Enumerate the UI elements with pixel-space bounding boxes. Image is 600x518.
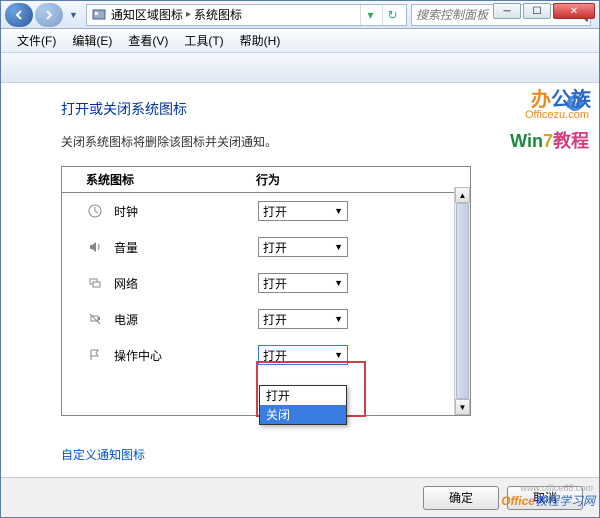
close-button[interactable]: ✕ [553,3,595,19]
menu-view[interactable]: 查看(V) [120,29,176,52]
maximize-button[interactable]: ☐ [523,3,551,19]
behavior-select-clock[interactable]: 打开▼ [258,201,348,221]
row-label: 网络 [114,275,258,292]
menubar: 文件(F) 编辑(E) 查看(V) 工具(T) 帮助(H) [1,29,599,53]
breadcrumb-item[interactable]: 系统图标 [194,6,242,23]
row-label: 电源 [114,311,258,328]
scroll-down-button[interactable]: ▼ [455,399,470,415]
watermark-win7: Win7教程 [510,127,589,153]
volume-icon [86,238,104,256]
breadcrumb-separator: ▸ [186,9,191,20]
row-label: 音量 [114,239,258,256]
table-row: 网络 打开▼ [62,265,470,301]
column-header-icon: 系统图标 [86,171,256,188]
behavior-select-volume[interactable]: 打开▼ [258,237,348,257]
scroll-thumb[interactable] [456,203,469,399]
refresh-button[interactable]: ↻ [382,5,402,25]
watermark-logo: 办公族 [531,83,591,112]
page-description: 关闭系统图标将删除该图标并关闭通知。 [61,133,575,150]
network-icon [86,274,104,292]
links-section: 自定义通知图标 还原默认图标行为 [61,446,575,479]
link-customize-notifications[interactable]: 自定义通知图标 [61,446,575,463]
ok-button[interactable]: 确定 [423,486,499,510]
table-row: 操作中心 打开▼ [62,337,470,373]
behavior-select-power[interactable]: 打开▼ [258,309,348,329]
table-row: 音量 打开▼ [62,229,470,265]
scrollbar[interactable]: ▲ ▼ [454,187,470,415]
row-label: 操作中心 [114,347,258,364]
forward-button[interactable] [35,3,63,27]
menu-tools[interactable]: 工具(T) [176,29,231,52]
flag-icon [86,346,104,364]
behavior-select-action-center[interactable]: 打开▼ [258,345,348,365]
minimize-button[interactable]: ─ [493,3,521,19]
watermark-site-name: Office教程学习网 [501,492,595,509]
page-title: 打开或关闭系统图标 [61,99,575,119]
system-icons-table: 系统图标 行为 时钟 打开▼ 音量 打开▼ 网络 打开▼ 电源 [61,166,471,416]
power-icon [86,310,104,328]
menu-edit[interactable]: 编辑(E) [64,29,120,52]
clock-icon [86,202,104,220]
address-dropdown[interactable]: ▾ [360,5,380,25]
back-button[interactable] [5,3,33,27]
behavior-dropdown-list: 打开 关闭 [259,385,347,425]
address-bar[interactable]: 通知区域图标 ▸ 系统图标 ▾ ↻ [86,4,407,26]
row-label: 时钟 [114,203,258,220]
dropdown-option-open[interactable]: 打开 [260,386,346,405]
control-panel-icon [91,7,107,23]
breadcrumb-item[interactable]: 通知区域图标 [111,6,183,23]
dropdown-option-close[interactable]: 关闭 [260,405,346,424]
watermark-url: Officezu.com [525,109,589,121]
column-header-behavior: 行为 [256,171,426,188]
explorer-window: ▼ 通知区域图标 ▸ 系统图标 ▾ ↻ 🔍 ─ ☐ ✕ 文件(F) 编辑(E) … [0,0,600,518]
menu-help[interactable]: 帮助(H) [232,29,289,52]
table-row: 电源 打开▼ [62,301,470,337]
toolbar [1,53,599,83]
menu-file[interactable]: 文件(F) [9,29,64,52]
scroll-up-button[interactable]: ▲ [455,187,470,203]
table-row: 时钟 打开▼ [62,193,470,229]
window-controls: ─ ☐ ✕ [493,3,595,19]
behavior-select-network[interactable]: 打开▼ [258,273,348,293]
nav-history-dropdown[interactable]: ▼ [69,10,78,20]
